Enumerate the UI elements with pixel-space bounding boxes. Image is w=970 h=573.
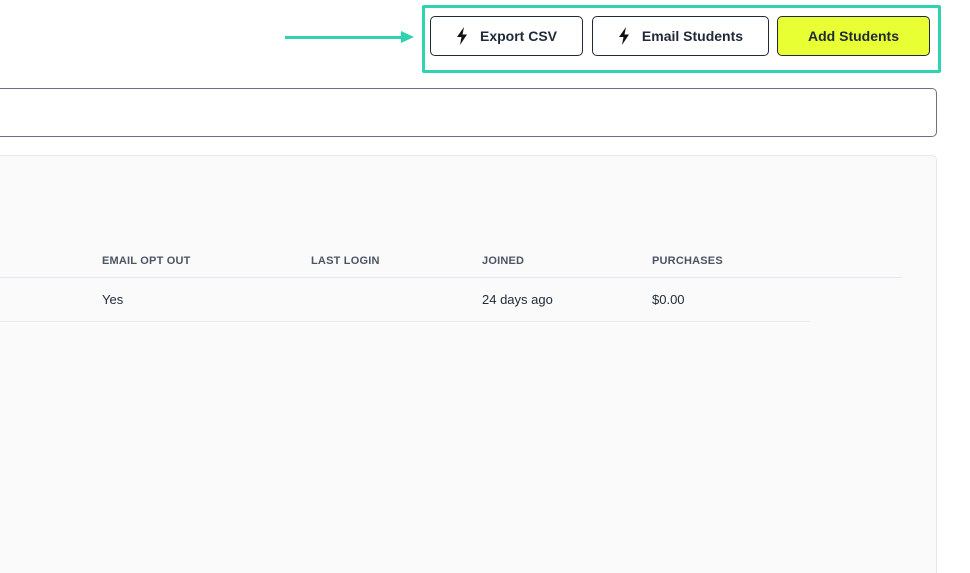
export-csv-button[interactable]: Export CSV [430, 16, 583, 56]
column-header-joined[interactable]: JOINED [482, 255, 524, 267]
cell-email-opt-out: Yes [102, 292, 124, 307]
cell-purchases: $0.00 [652, 292, 685, 307]
export-csv-label: Export CSV [479, 28, 557, 44]
search-input[interactable] [0, 88, 937, 137]
lightning-bolt-icon [456, 27, 467, 45]
email-students-label: Email Students [641, 28, 744, 44]
column-header-email-opt-out[interactable]: EMAIL OPT OUT [102, 255, 191, 267]
lightning-bolt-icon [618, 27, 629, 45]
annotation-arrow-icon [285, 36, 403, 39]
column-header-purchases[interactable]: PURCHASES [652, 255, 723, 267]
annotation-arrow-head [401, 31, 414, 43]
header-divider [0, 277, 902, 278]
row-divider [0, 321, 810, 322]
students-page: Export CSV Email Students Add Students E… [0, 0, 970, 573]
add-students-button[interactable]: Add Students [777, 16, 930, 56]
add-students-label: Add Students [808, 28, 899, 44]
email-students-button[interactable]: Email Students [592, 16, 769, 56]
cell-joined: 24 days ago [482, 292, 553, 307]
column-header-last-login[interactable]: LAST LOGIN [311, 255, 380, 267]
students-table-panel [0, 155, 937, 573]
